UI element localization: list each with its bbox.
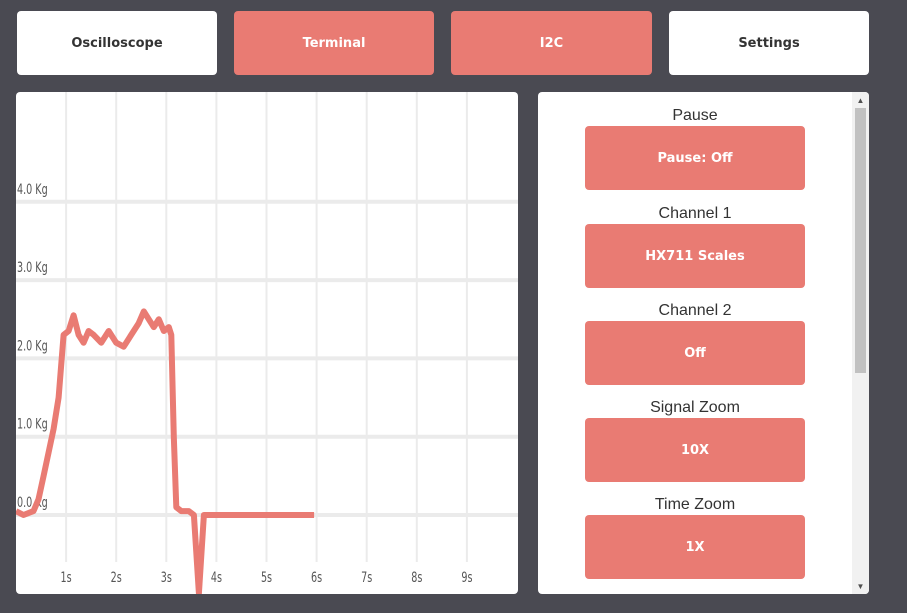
x-tick-label: 4s (211, 569, 222, 585)
x-tick-label: 7s (361, 569, 372, 585)
channel1-label: Channel 1 (658, 205, 732, 222)
channel2-button[interactable]: Off (585, 321, 805, 385)
x-tick-label: 8s (411, 569, 422, 585)
channel2-control: Channel 2 Off (585, 301, 805, 385)
x-tick-label: 6s (311, 569, 322, 585)
oscilloscope-chart: 0.0 Kg 1.0 Kg 2.0 Kg 3.0 Kg 4.0 Kg 1s 2s 3s 4s 5… (16, 92, 518, 594)
tab-oscilloscope[interactable]: Oscilloscope (17, 11, 217, 75)
time-zoom-button[interactable]: 1X (585, 515, 805, 579)
tab-terminal[interactable]: Terminal (234, 11, 434, 75)
channel1-button[interactable]: HX711 Scales (585, 224, 805, 288)
signal-zoom-label: Signal Zoom (650, 399, 740, 416)
chart-canvas: 0.0 Kg1.0 Kg2.0 Kg3.0 Kg4.0 Kg 1s 2s 3s 4s 5… (16, 92, 518, 594)
pause-label: Pause (672, 107, 718, 124)
channel1-control: Channel 1 HX711 Scales (585, 204, 805, 288)
x-tick-label: 2s (111, 569, 122, 585)
tab-i2c[interactable]: I2C (451, 11, 652, 75)
x-tick-label: 1s (61, 569, 72, 585)
signal-zoom-button[interactable]: 10X (585, 418, 805, 482)
y-tick-label: 2.0 Kg (17, 337, 48, 353)
pause-button[interactable]: Pause: Off (585, 126, 805, 190)
scroll-up-icon[interactable]: ▲ (852, 93, 869, 107)
signal-zoom-control: Signal Zoom 10X (585, 398, 805, 482)
time-zoom-control: Time Zoom 1X (585, 495, 805, 579)
x-tick-label: 5s (261, 569, 272, 585)
channel2-label: Channel 2 (658, 302, 732, 319)
y-tick-label: 4.0 Kg (17, 181, 48, 197)
x-tick-label: 9s (461, 569, 472, 585)
scrollbar-thumb[interactable] (855, 108, 866, 373)
scroll-down-icon[interactable]: ▼ (852, 579, 869, 593)
time-zoom-label: Time Zoom (654, 496, 736, 513)
series-line (16, 308, 315, 594)
tab-settings[interactable]: Settings (669, 11, 869, 75)
vertical-scrollbar[interactable]: ▲ ▼ (852, 92, 869, 594)
pause-control: Pause Pause: Off (585, 106, 805, 190)
controls-panel: Pause Pause: Off Channel 1 HX711 Scales … (538, 92, 869, 594)
y-tick-label: 3.0 Kg (17, 259, 48, 275)
x-tick-label: 3s (161, 569, 172, 585)
y-tick-label: 1.0 Kg (17, 416, 48, 432)
